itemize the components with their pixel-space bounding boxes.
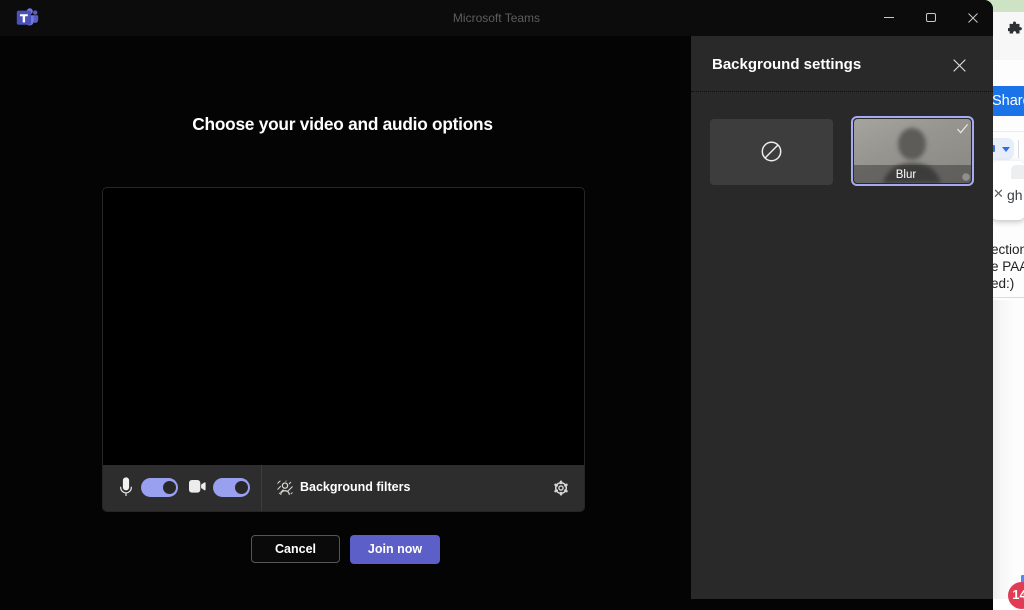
svg-text:Blur: Blur [896, 169, 917, 181]
